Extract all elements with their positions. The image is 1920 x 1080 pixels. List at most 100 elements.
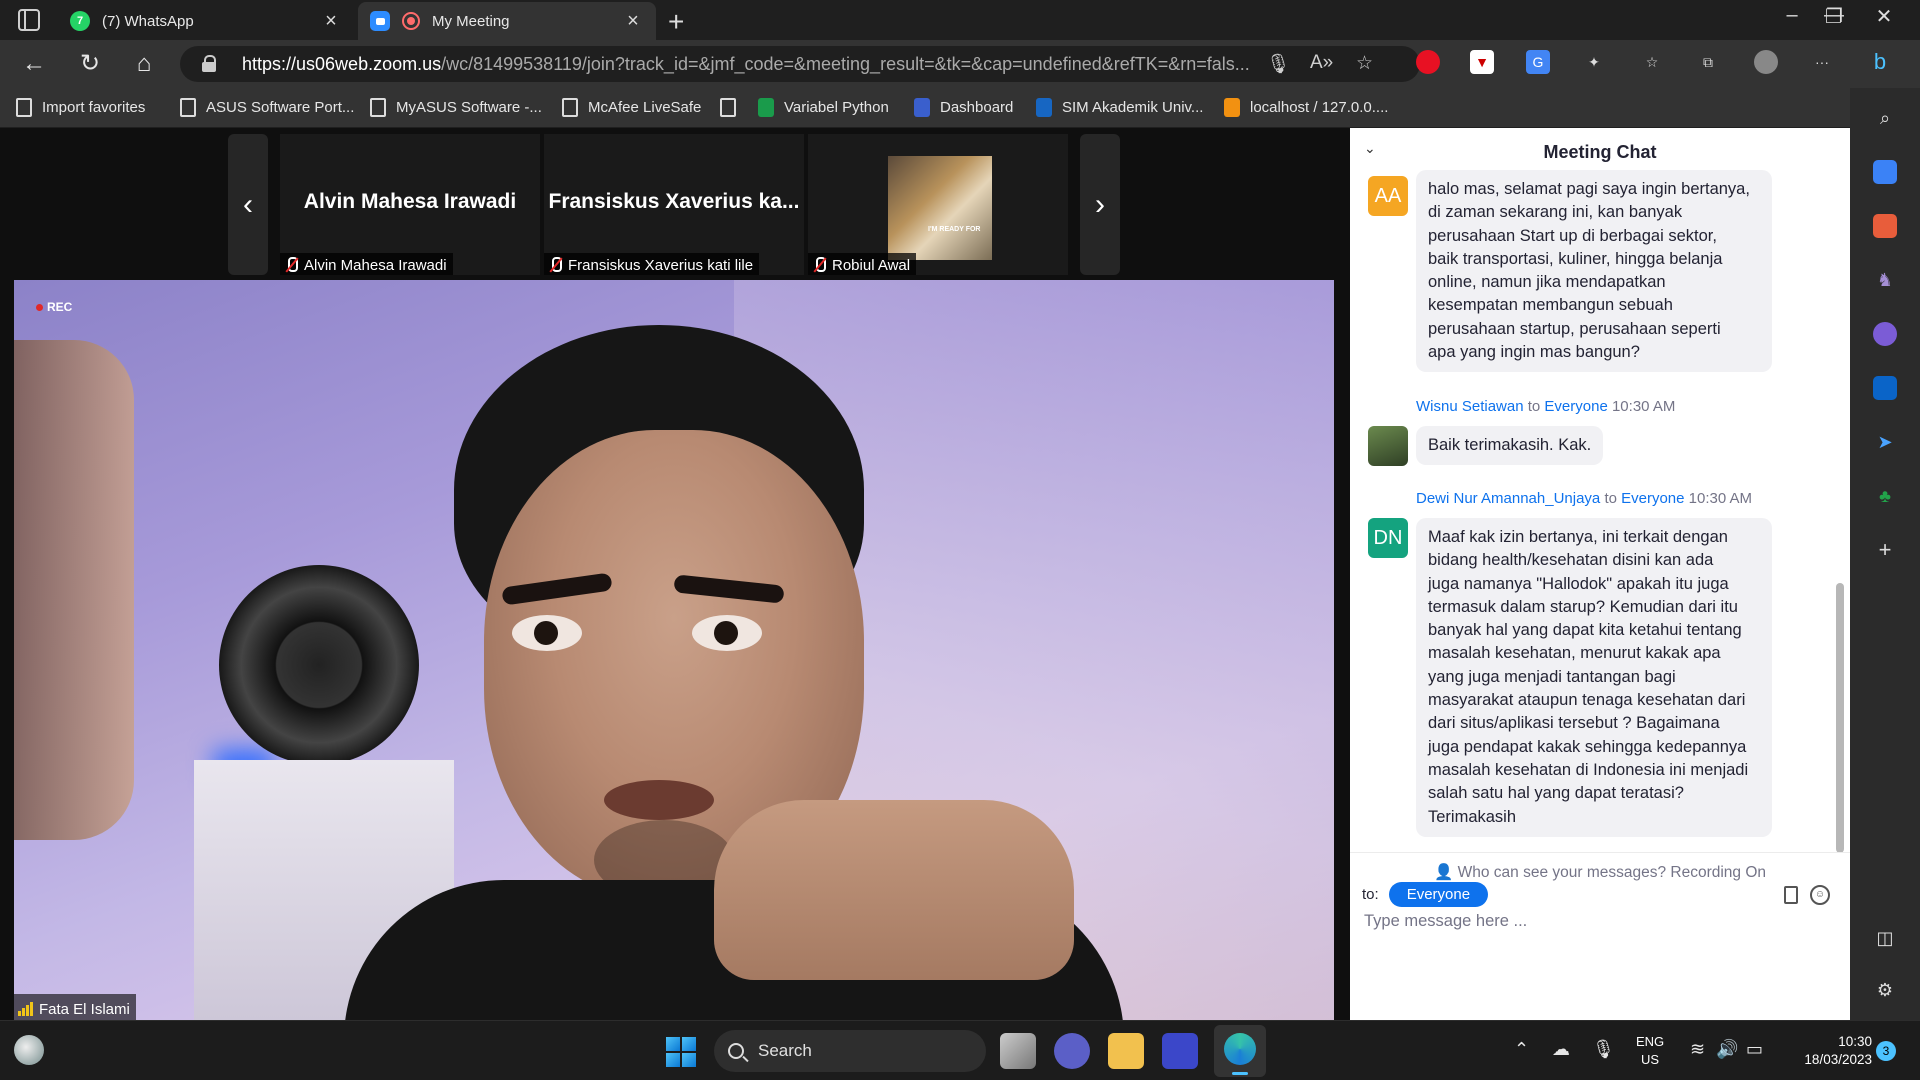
games-icon[interactable]: ♞ (1873, 268, 1897, 292)
url-text[interactable]: https://us06web.zoom.us/wc/81499538119/j… (242, 54, 1262, 75)
favorites-bar: Import favorites ASUS Software Port... M… (0, 88, 1920, 128)
search-icon[interactable]: ⌕ (1873, 106, 1897, 130)
dashboard-icon (914, 98, 930, 117)
favorite-dashboard[interactable]: Dashboard (914, 98, 1013, 117)
home-icon[interactable]: ⌂ (128, 48, 160, 80)
notification-badge[interactable]: 3 (1876, 1041, 1896, 1061)
taskbar-search[interactable]: Search (714, 1030, 986, 1072)
chat-scrollbar[interactable] (1836, 583, 1844, 853)
emoji-icon[interactable]: ☺ (1810, 885, 1830, 905)
wifi-icon[interactable]: ≋ (1690, 1039, 1705, 1060)
favorites-icon[interactable]: ☆ (1640, 50, 1664, 74)
task-view-icon[interactable] (1000, 1033, 1036, 1069)
send-icon[interactable]: ➤ (1873, 430, 1897, 454)
cloud-offline-icon[interactable]: ☁ (1552, 1039, 1570, 1060)
refresh-icon[interactable]: ↻ (74, 48, 106, 80)
tab-actions-icon[interactable] (18, 9, 40, 31)
close-tab-icon[interactable]: × (320, 10, 342, 33)
favorite-mcafee[interactable]: McAfee LiveSafe (562, 98, 701, 117)
extensions-icon[interactable]: ✦ (1582, 50, 1606, 74)
weather-icon[interactable] (14, 1035, 44, 1065)
add-icon[interactable]: + (1873, 538, 1897, 562)
microphone-icon[interactable]: 🎙 (1592, 1039, 1615, 1060)
participant-tile[interactable]: I'M READY FOR Robiul Awal (808, 134, 1068, 275)
new-tab-button[interactable]: + (668, 6, 684, 38)
chat-message: Baik terimakasih. Kak. (1416, 426, 1604, 466)
address-bar[interactable]: https://us06web.zoom.us/wc/81499538119/j… (180, 46, 1420, 82)
read-aloud-icon[interactable]: A» (1310, 52, 1333, 74)
favorite-asus-portal[interactable]: ASUS Software Port... (180, 98, 354, 117)
favorite-localhost[interactable]: localhost / 127.0.0.... (1224, 98, 1388, 117)
show-hidden-icons[interactable]: ⌃ (1514, 1039, 1529, 1060)
add-favorite-icon[interactable]: ☆ (1356, 52, 1373, 75)
tree-icon[interactable]: ♣ (1873, 484, 1897, 508)
visibility-note[interactable]: 👤 Who can see your messages? Recording O… (1350, 852, 1850, 882)
restore-icon[interactable]: ❐ (1814, 4, 1854, 29)
avatar: DN (1368, 518, 1408, 558)
close-window-icon[interactable]: ✕ (1864, 4, 1904, 29)
chat-title: Meeting Chat (1543, 142, 1657, 162)
settings-gear-icon[interactable]: ⚙ (1873, 978, 1897, 1002)
teams-chat-icon[interactable] (1054, 1033, 1090, 1069)
edge-icon (1224, 1033, 1256, 1065)
battery-icon[interactable]: ▭ (1746, 1039, 1763, 1060)
language-indicator[interactable]: ENG US (1636, 1033, 1664, 1069)
recording-indicator: REC (36, 300, 72, 314)
participant-tile[interactable]: Alvin Mahesa Irawadi Alvin Mahesa Irawad… (280, 134, 540, 275)
voice-search-icon[interactable]: 🎙 (1266, 52, 1290, 76)
translate-icon[interactable]: G (1526, 50, 1550, 74)
file-explorer-icon[interactable] (1108, 1033, 1144, 1069)
sender-name[interactable]: Dewi Nur Amannah_Unjaya (1416, 490, 1600, 507)
close-tab-icon[interactable]: × (622, 10, 644, 33)
chat-message-input[interactable]: Type message here ... (1364, 912, 1527, 931)
favorite-blank[interactable] (720, 98, 746, 117)
file-icon[interactable] (1784, 886, 1798, 904)
more-options-icon[interactable]: ··· (1810, 50, 1834, 74)
tab-my-meeting[interactable]: My Meeting × (358, 2, 656, 40)
lock-icon[interactable] (202, 55, 216, 72)
office-icon[interactable] (1873, 322, 1897, 346)
dartboard (219, 565, 419, 765)
previous-participants-button[interactable]: ‹ (228, 134, 268, 275)
people-icon: 👤 (1433, 864, 1454, 881)
shopping-tag-icon[interactable] (1873, 160, 1897, 184)
app-icon[interactable] (1162, 1033, 1198, 1069)
avatar (1368, 426, 1408, 466)
chat-message-meta: Dewi Nur Amannah_Unjaya to Everyone 10:3… (1416, 490, 1753, 507)
import-icon (16, 98, 32, 117)
clock[interactable]: 10:30 18/03/2023 (1780, 1033, 1872, 1069)
chat-message: halo mas, selamat pagi saya ingin bertan… (1416, 170, 1772, 373)
bing-icon[interactable]: b (1868, 49, 1892, 74)
extension-red-icon[interactable] (1416, 50, 1440, 74)
participant-tile[interactable]: Fransiskus Xaverius ka... Fransiskus Xav… (544, 134, 804, 275)
collections-icon[interactable]: ⧉ (1696, 50, 1720, 74)
favorite-myasus[interactable]: MyASUS Software -... (370, 98, 542, 117)
favorite-variabel-python[interactable]: Variabel Python (758, 98, 889, 117)
next-participants-button[interactable]: › (1080, 134, 1120, 275)
mic-muted-icon (812, 257, 826, 273)
favorite-sim-akademik[interactable]: SIM Akademik Univ... (1036, 98, 1203, 117)
outlook-icon[interactable] (1873, 376, 1897, 400)
tools-icon[interactable] (1873, 214, 1897, 238)
active-speaker-label: Fata El Islami (14, 994, 136, 1020)
windows-taskbar: Search ⌃ ☁ 🎙 ENG US ≋ 🔊 ▭ 10:30 18/03/20… (0, 1020, 1920, 1080)
minimize-icon[interactable]: – (1772, 4, 1812, 27)
hide-sidebar-icon[interactable]: ◫ (1873, 926, 1897, 950)
extension-bookmark-icon[interactable]: ▼ (1470, 50, 1494, 74)
mic-muted-icon (548, 257, 562, 273)
sender-name[interactable]: Wisnu Setiawan (1416, 398, 1524, 415)
profile-avatar[interactable] (1754, 50, 1778, 74)
phpmyadmin-icon (1224, 98, 1240, 117)
favorite-import[interactable]: Import favorites (16, 98, 145, 117)
edge-sidebar: ⌕ ♞ ➤ ♣ + ◫ ⚙ (1850, 88, 1920, 1020)
search-icon (728, 1043, 744, 1059)
mic-muted-icon (284, 257, 298, 273)
edge-taskbar-button[interactable] (1214, 1025, 1266, 1077)
recipient-name: Everyone (1544, 398, 1608, 415)
back-icon[interactable]: ← (18, 48, 50, 80)
start-button[interactable] (666, 1037, 696, 1067)
tab-whatsapp[interactable]: 7 (7) WhatsApp × (58, 2, 354, 40)
recipient-select[interactable]: Everyone (1388, 882, 1489, 907)
recipient-row: to: Everyone (1362, 882, 1489, 907)
volume-icon[interactable]: 🔊 (1716, 1039, 1738, 1060)
